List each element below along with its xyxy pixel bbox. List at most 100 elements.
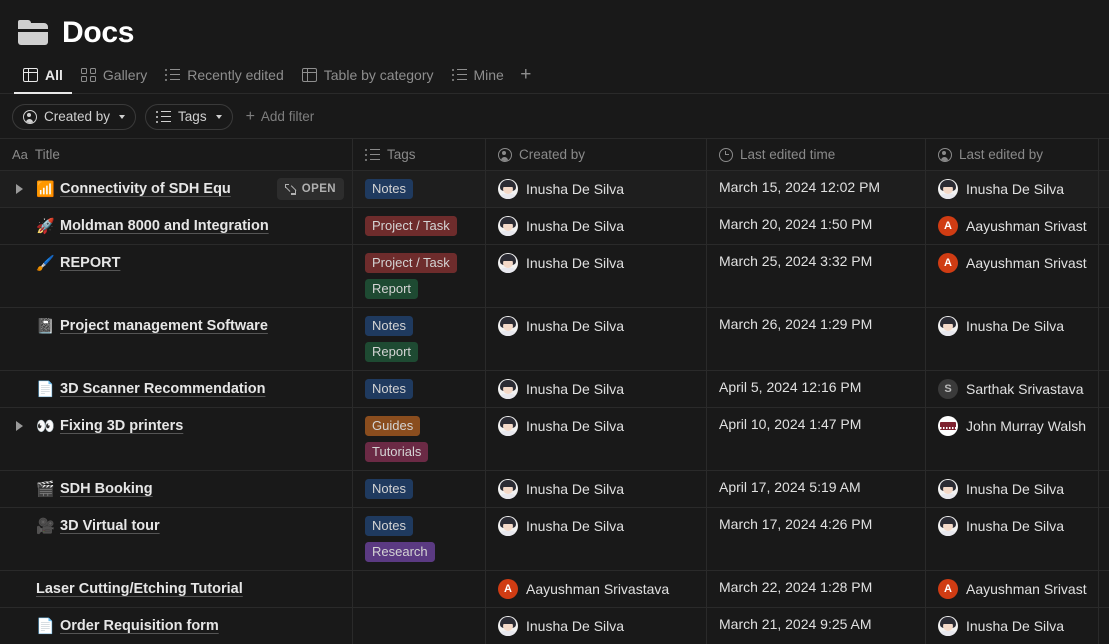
table-row[interactable]: 👀 Fixing 3D printers Guides Tutorials Inusha… [0,408,1109,471]
cell-title[interactable]: 📶 Connectivity of SDH Equ OPEN [0,171,352,207]
cell-last-edited-by[interactable]: Inusha De Silva [925,608,1098,644]
cell-created-by[interactable]: A Aayushman Srivastava [485,571,706,607]
tag-chip[interactable]: Notes [365,379,413,399]
column-header-title[interactable]: Aa Title [0,139,352,170]
cell-last-edited-time[interactable]: April 17, 2024 5:19 AM [706,471,925,507]
page-title-link[interactable]: Order Requisition form [60,618,219,634]
cell-created-by[interactable]: Inusha De Silva [485,371,706,407]
cell-last-edited-time[interactable]: April 10, 2024 1:47 PM [706,408,925,470]
table-row[interactable]: 📶 Connectivity of SDH Equ OPEN Notes Inusha … [0,171,1109,208]
view-tab-all[interactable]: All [14,57,72,94]
cell-created-by[interactable]: Inusha De Silva [485,171,706,207]
tag-chip[interactable]: Project / Task [365,216,457,236]
cell-title[interactable]: 📄 Order Requisition form [0,608,352,644]
cell-last-edited-by[interactable]: S Sarthak Srivastava [925,371,1098,407]
tag-chip[interactable]: Notes [365,179,413,199]
tag-chip[interactable]: Report [365,342,419,362]
cell-last-edited-by[interactable]: A Aayushman Srivast [925,571,1098,607]
view-tab-recently-edited[interactable]: Recently edited [156,57,293,93]
cell-last-edited-time[interactable]: March 20, 2024 1:50 PM [706,208,925,244]
page-title-link[interactable]: Connectivity of SDH Equ [60,181,231,197]
expand-toggle-icon[interactable] [16,421,23,431]
cell-tags[interactable]: Project / Task Report [352,245,485,307]
filter-chip-tags[interactable]: Tags [145,103,233,130]
cell-tags[interactable] [352,571,485,607]
tag-chip[interactable]: Notes [365,516,413,536]
cell-last-edited-time[interactable]: April 5, 2024 12:16 PM [706,371,925,407]
cell-spacer [1098,208,1109,244]
cell-tags[interactable]: Project / Task [352,208,485,244]
cell-last-edited-time[interactable]: March 17, 2024 4:26 PM [706,508,925,570]
cell-title[interactable]: 📄 3D Scanner Recommendation [0,371,352,407]
column-header-tags[interactable]: Tags [352,139,485,170]
table-row[interactable]: 📓 Project management Software Notes Report I… [0,308,1109,371]
tag-chip[interactable]: Report [365,279,419,299]
page-title-link[interactable]: REPORT [60,255,120,271]
cell-title[interactable]: 🎬 SDH Booking [0,471,352,507]
cell-created-by[interactable]: Inusha De Silva [485,471,706,507]
view-tab-table-by-category[interactable]: Table by category [293,57,443,93]
page-title-link[interactable]: SDH Booking [60,481,153,497]
filter-chip-created-by[interactable]: Created by [12,103,137,130]
cell-last-edited-by[interactable]: A Aayushman Srivast [925,208,1098,244]
view-tab-gallery[interactable]: Gallery [72,57,156,93]
cell-created-by[interactable]: Inusha De Silva [485,608,706,644]
cell-last-edited-time[interactable]: March 25, 2024 3:32 PM [706,245,925,307]
cell-last-edited-by[interactable]: Inusha De Silva [925,508,1098,570]
tag-chip[interactable]: Notes [365,316,413,336]
cell-created-by[interactable]: Inusha De Silva [485,508,706,570]
table-row[interactable]: 🖌️ REPORT Project / Task Report Inusha De Si… [0,245,1109,308]
tag-chip[interactable]: Project / Task [365,253,457,273]
cell-tags[interactable]: Notes [352,471,485,507]
cell-tags[interactable]: Notes Report [352,308,485,370]
cell-tags[interactable]: Notes [352,171,485,207]
cell-last-edited-time[interactable]: March 21, 2024 9:25 AM [706,608,925,644]
page-title-link[interactable]: 3D Virtual tour [60,518,160,534]
page-title-link[interactable]: Project management Software [60,318,268,334]
column-header-created-by[interactable]: Created by [485,139,706,170]
cell-last-edited-by[interactable]: John Murray Walsh [925,408,1098,470]
cell-last-edited-time[interactable]: March 26, 2024 1:29 PM [706,308,925,370]
cell-last-edited-by[interactable]: Inusha De Silva [925,171,1098,207]
column-header-last-edited-by[interactable]: Last edited by [925,139,1098,170]
table-row[interactable]: 🎬 SDH Booking Notes Inusha De Silva April 17… [0,471,1109,508]
cell-title[interactable]: 🚀 Moldman 8000 and Integration [0,208,352,244]
cell-tags[interactable] [352,608,485,644]
cell-created-by[interactable]: Inusha De Silva [485,308,706,370]
tag-chip[interactable]: Tutorials [365,442,429,462]
table-row[interactable]: 📄 Order Requisition form Inusha De Silva Ma… [0,608,1109,644]
page-title-link[interactable]: Fixing 3D printers [60,418,183,434]
expand-toggle-icon[interactable] [16,184,23,194]
table-row[interactable]: 📄 3D Scanner Recommendation Notes Inusha De… [0,371,1109,408]
cell-last-edited-time[interactable]: March 15, 2024 12:02 PM [706,171,925,207]
page-title-link[interactable]: Moldman 8000 and Integration [60,218,269,234]
tag-chip[interactable]: Guides [365,416,421,436]
cell-last-edited-by[interactable]: A Aayushman Srivast [925,245,1098,307]
column-header-last-edited-time[interactable]: Last edited time [706,139,925,170]
cell-title[interactable]: 👀 Fixing 3D printers [0,408,352,470]
page-title-link[interactable]: 3D Scanner Recommendation [60,381,265,397]
open-page-button[interactable]: OPEN [276,178,344,200]
add-filter-button[interactable]: + Add filter [242,108,315,125]
table-row[interactable]: 🚀 Moldman 8000 and Integration Project / T… [0,208,1109,245]
cell-title[interactable]: Laser Cutting/Etching Tutorial [0,571,352,607]
cell-title[interactable]: 📓 Project management Software [0,308,352,370]
cell-last-edited-time[interactable]: March 22, 2024 1:28 PM [706,571,925,607]
cell-created-by[interactable]: Inusha De Silva [485,245,706,307]
view-tab-mine[interactable]: Mine [443,57,513,93]
cell-created-by[interactable]: Inusha De Silva [485,208,706,244]
table-row[interactable]: 🎥 3D Virtual tour Notes Research Inusha De S… [0,508,1109,571]
cell-tags[interactable]: Notes Research [352,508,485,570]
table-row[interactable]: Laser Cutting/Etching Tutorial A Aayushman… [0,571,1109,608]
add-view-button[interactable]: + [513,57,539,93]
cell-title[interactable]: 🖌️ REPORT [0,245,352,307]
cell-created-by[interactable]: Inusha De Silva [485,408,706,470]
cell-tags[interactable]: Notes [352,371,485,407]
tag-chip[interactable]: Research [365,542,435,562]
cell-last-edited-by[interactable]: Inusha De Silva [925,308,1098,370]
cell-tags[interactable]: Guides Tutorials [352,408,485,470]
cell-title[interactable]: 🎥 3D Virtual tour [0,508,352,570]
page-title-link[interactable]: Laser Cutting/Etching Tutorial [36,581,243,597]
cell-last-edited-by[interactable]: Inusha De Silva [925,471,1098,507]
tag-chip[interactable]: Notes [365,479,413,499]
